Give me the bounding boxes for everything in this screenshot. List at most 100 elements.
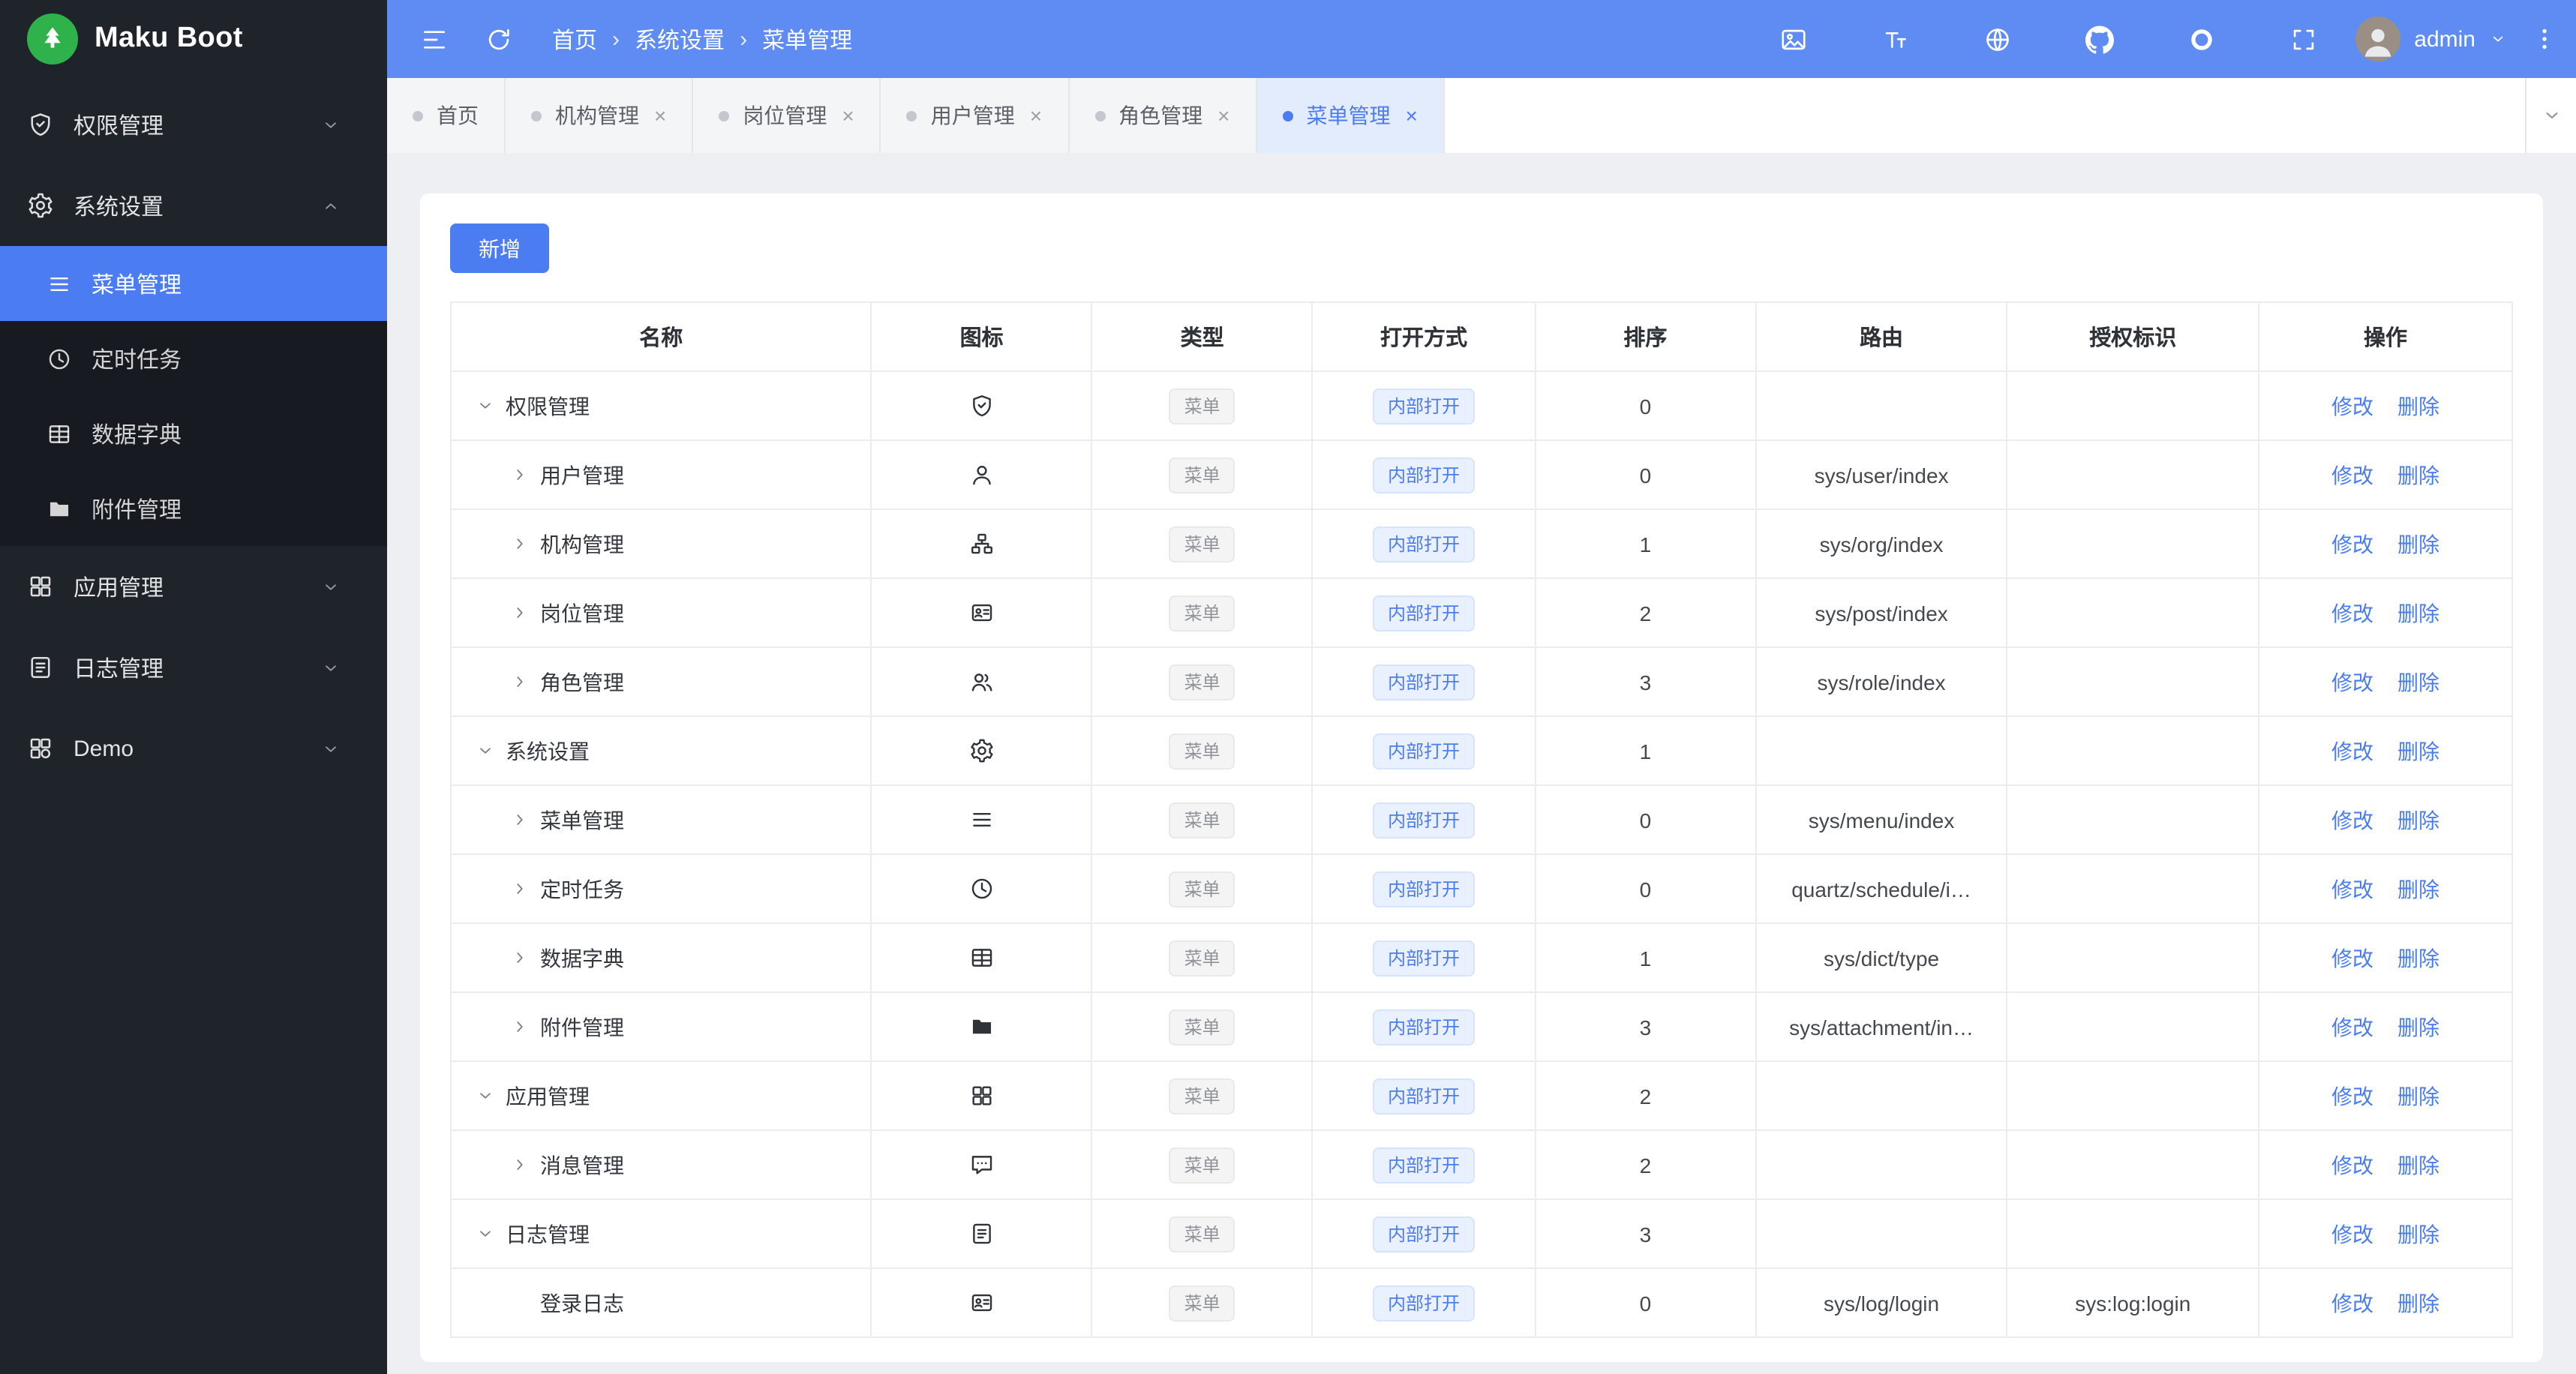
app-logo[interactable]: Maku Boot — [0, 0, 387, 78]
sidebar-item[interactable]: 权限管理 — [0, 84, 387, 165]
expand-row-icon[interactable] — [510, 465, 530, 484]
edit-link[interactable]: 修改 — [2331, 1153, 2373, 1177]
delete-link[interactable]: 删除 — [2397, 394, 2439, 418]
tab-list-dropdown-button[interactable] — [2525, 78, 2576, 153]
delete-link[interactable]: 删除 — [2397, 739, 2439, 763]
expand-row-icon[interactable] — [510, 948, 530, 968]
gear-icon — [969, 739, 995, 764]
edit-link[interactable]: 修改 — [2331, 463, 2373, 487]
breadcrumb-item[interactable]: 首页 — [552, 23, 597, 55]
breadcrumb-item[interactable]: 系统设置 — [635, 23, 725, 55]
edit-link[interactable]: 修改 — [2331, 739, 2373, 763]
delete-link[interactable]: 删除 — [2397, 1153, 2439, 1177]
delete-link[interactable]: 删除 — [2397, 601, 2439, 625]
edit-link[interactable]: 修改 — [2331, 1015, 2373, 1039]
edit-link[interactable]: 修改 — [2331, 1084, 2373, 1108]
tab[interactable]: 角色管理 × — [1069, 78, 1257, 153]
sort-value: 0 — [1534, 854, 1757, 924]
sidebar-item[interactable]: Demo — [0, 708, 387, 789]
close-tab-icon[interactable]: × — [1030, 104, 1042, 128]
open-type-tag: 内部打开 — [1373, 940, 1476, 976]
edit-link[interactable]: 修改 — [2331, 670, 2373, 694]
table-row: 数据字典 菜单 内部打开 1 sys/dict/type 修改 删除 — [449, 922, 2514, 993]
route-value: sys/user/index — [1755, 440, 2008, 510]
tab[interactable]: 首页 — [387, 78, 506, 153]
font-size-icon[interactable] — [1881, 25, 1910, 53]
collapse-row-icon[interactable] — [476, 1224, 495, 1244]
operations-cell: 修改 删除 — [2257, 992, 2514, 1062]
chevron-down-icon — [321, 739, 341, 758]
globe-icon[interactable] — [1983, 25, 2012, 53]
close-tab-icon[interactable]: × — [1217, 104, 1229, 128]
dict-icon — [47, 421, 72, 446]
sidebar-subitem[interactable]: 菜单管理 — [0, 246, 387, 321]
edit-link[interactable]: 修改 — [2331, 532, 2373, 556]
operations-cell: 修改 删除 — [2257, 646, 2514, 717]
tab[interactable]: 岗位管理 × — [693, 78, 881, 153]
image-icon[interactable] — [1779, 25, 1808, 53]
sidebar-subitem[interactable]: 定时任务 — [0, 321, 387, 396]
collapse-row-icon[interactable] — [476, 396, 495, 416]
expand-row-icon[interactable] — [510, 879, 530, 898]
sidebar-item[interactable]: 系统设置 — [0, 165, 387, 246]
close-tab-icon[interactable]: × — [1406, 104, 1418, 128]
user-menu[interactable]: admin — [2355, 16, 2507, 62]
expand-row-icon[interactable] — [510, 534, 530, 554]
delete-link[interactable]: 删除 — [2397, 670, 2439, 694]
kebab-menu-icon[interactable] — [2531, 26, 2558, 52]
expand-row-icon[interactable] — [510, 672, 530, 692]
expand-row-icon[interactable] — [510, 1017, 530, 1036]
edit-link[interactable]: 修改 — [2331, 1291, 2373, 1315]
edit-link[interactable]: 修改 — [2331, 601, 2373, 625]
menu-icon-cell — [870, 992, 1093, 1062]
github-icon[interactable] — [2085, 25, 2115, 53]
delete-link[interactable]: 删除 — [2397, 1291, 2439, 1315]
menu-name-cell: 数据字典 — [449, 922, 872, 993]
menu-name: 数据字典 — [540, 946, 624, 970]
sidebar-subitem[interactable]: 附件管理 — [0, 471, 387, 546]
close-tab-icon[interactable]: × — [842, 104, 854, 128]
sidebar-item[interactable]: 日志管理 — [0, 627, 387, 708]
delete-link[interactable]: 删除 — [2397, 877, 2439, 901]
theme-icon[interactable] — [2187, 25, 2216, 53]
edit-link[interactable]: 修改 — [2331, 808, 2373, 832]
route-value: sys/log/login — [1755, 1268, 2008, 1338]
open-type-cell: 内部打开 — [1311, 578, 1536, 648]
close-tab-icon[interactable]: × — [654, 104, 666, 128]
delete-link[interactable]: 删除 — [2397, 808, 2439, 832]
sidebar-item[interactable]: 应用管理 — [0, 546, 387, 627]
add-button[interactable]: 新增 — [450, 224, 549, 273]
fullscreen-icon[interactable] — [2289, 25, 2318, 53]
edit-link[interactable]: 修改 — [2331, 394, 2373, 418]
collapse-sidebar-button[interactable] — [420, 25, 449, 53]
sidebar-subitem[interactable]: 数据字典 — [0, 396, 387, 471]
breadcrumb-separator: › — [612, 26, 620, 52]
tab-label: 首页 — [437, 104, 479, 128]
edit-link[interactable]: 修改 — [2331, 877, 2373, 901]
expand-row-icon[interactable] — [510, 603, 530, 622]
tab[interactable]: 用户管理 × — [881, 78, 1070, 153]
shield-icon — [969, 394, 995, 419]
delete-link[interactable]: 删除 — [2397, 1015, 2439, 1039]
type-tag: 菜单 — [1169, 1285, 1235, 1321]
type-cell: 菜单 — [1091, 992, 1314, 1062]
delete-link[interactable]: 删除 — [2397, 463, 2439, 487]
collapse-row-icon[interactable] — [476, 741, 495, 760]
expand-row-icon[interactable] — [510, 810, 530, 830]
edit-link[interactable]: 修改 — [2331, 1222, 2373, 1246]
route-value — [1755, 716, 2008, 786]
refresh-button[interactable] — [485, 25, 513, 53]
role-icon — [969, 670, 995, 695]
delete-link[interactable]: 删除 — [2397, 946, 2439, 970]
expand-row-icon[interactable] — [510, 1155, 530, 1174]
menu-name-cell: 机构管理 — [449, 508, 872, 579]
collapse-row-icon[interactable] — [476, 1086, 495, 1106]
tab[interactable]: 机构管理 × — [506, 78, 694, 153]
edit-link[interactable]: 修改 — [2331, 946, 2373, 970]
delete-link[interactable]: 删除 — [2397, 1222, 2439, 1246]
log-icon — [969, 1222, 995, 1247]
delete-link[interactable]: 删除 — [2397, 532, 2439, 556]
breadcrumb-item[interactable]: 菜单管理 — [762, 23, 852, 55]
delete-link[interactable]: 删除 — [2397, 1084, 2439, 1108]
tab[interactable]: 菜单管理 × — [1256, 78, 1445, 153]
